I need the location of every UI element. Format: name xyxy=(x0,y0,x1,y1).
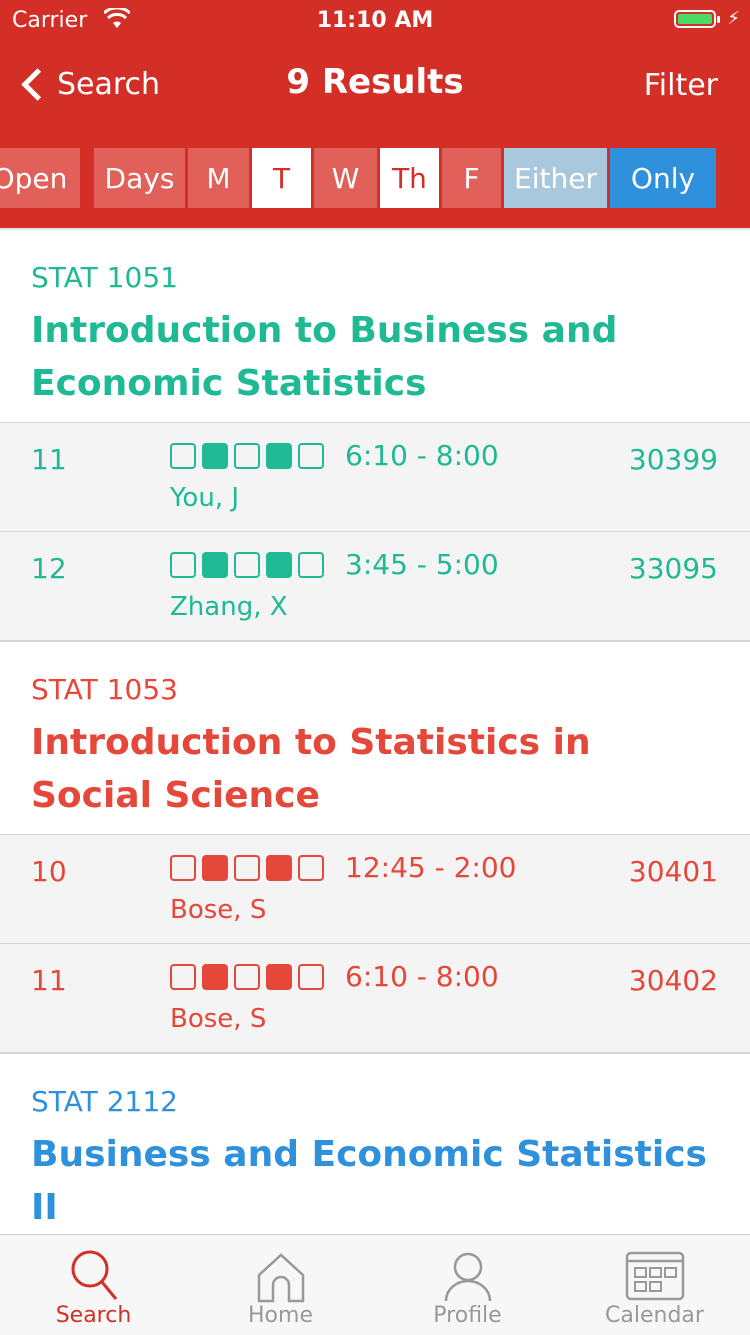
course-title: Introduction to Statistics in Social Sci… xyxy=(31,722,591,816)
filter-either[interactable]: Either xyxy=(504,148,607,208)
filter-day-friday[interactable]: F xyxy=(442,148,501,208)
tab-search-label: Search xyxy=(55,1303,132,1328)
day-box-filled xyxy=(266,443,292,469)
results-list: STAT 1051 Introduction to Business and Ec… xyxy=(0,230,750,1234)
day-box-empty xyxy=(234,855,260,881)
tab-search[interactable]: Search xyxy=(0,1235,187,1335)
tab-profile-label: Profile xyxy=(433,1303,502,1328)
day-box-empty xyxy=(170,964,196,990)
day-box-empty xyxy=(170,855,196,881)
instructor-name: Bose, S xyxy=(170,895,267,925)
page-title: 9 Results xyxy=(286,62,464,102)
section-row[interactable]: 11 6:10 - 8:00 Bose, S 30402 xyxy=(0,943,750,1052)
meeting-days-indicator xyxy=(170,855,324,881)
course-code: STAT 2112 xyxy=(31,1085,178,1118)
filter-day-wednesday[interactable]: W xyxy=(314,148,377,208)
profile-icon xyxy=(438,1245,498,1305)
day-box-empty xyxy=(234,443,260,469)
search-icon xyxy=(64,1245,124,1305)
day-box-empty xyxy=(234,964,260,990)
tab-profile[interactable]: Profile xyxy=(374,1235,561,1335)
course-card: STAT 1053 Introduction to Statistics in S… xyxy=(0,642,750,1054)
filter-day-tuesday[interactable]: T xyxy=(252,148,311,208)
course-header[interactable]: STAT 1051 Introduction to Business and Ec… xyxy=(0,230,750,422)
day-box-empty xyxy=(298,552,324,578)
meeting-days-indicator xyxy=(170,964,324,990)
day-box-filled xyxy=(202,552,228,578)
clock: 11:10 AM xyxy=(316,8,434,33)
section-time: 3:45 - 5:00 xyxy=(345,548,499,581)
course-header[interactable]: STAT 1053 Introduction to Statistics in S… xyxy=(0,642,750,834)
instructor-name: Bose, S xyxy=(170,1004,267,1034)
course-code: STAT 1053 xyxy=(31,673,178,706)
meeting-days-indicator xyxy=(170,443,324,469)
day-box-empty xyxy=(298,443,324,469)
section-time: 6:10 - 8:00 xyxy=(345,439,499,472)
section-number: 11 xyxy=(31,443,67,476)
crn-number: 33095 xyxy=(628,552,718,585)
day-box-empty xyxy=(298,964,324,990)
filter-day-monday[interactable]: M xyxy=(188,148,249,208)
filter-button[interactable]: Filter xyxy=(644,68,718,103)
day-box-empty xyxy=(170,552,196,578)
day-box-empty xyxy=(234,552,260,578)
crn-number: 30402 xyxy=(628,964,718,997)
course-card: STAT 1051 Introduction to Business and Ec… xyxy=(0,230,750,642)
filter-open[interactable]: Open xyxy=(0,148,80,208)
instructor-name: You, J xyxy=(170,483,240,513)
section-number: 10 xyxy=(31,855,67,888)
crn-number: 30401 xyxy=(628,855,718,888)
section-row[interactable]: 10 12:45 - 2:00 Bose, S 30401 xyxy=(0,834,750,943)
instructor-name: Zhang, X xyxy=(170,592,288,622)
section-row[interactable]: 12 3:45 - 5:00 Zhang, X 33095 xyxy=(0,531,750,640)
day-box-filled xyxy=(202,443,228,469)
status-bar: Carrier 11:10 AM ⚡ xyxy=(0,0,750,40)
battery-icon xyxy=(674,10,716,28)
filter-only[interactable]: Only xyxy=(610,148,716,208)
course-title: Business and Economic Statistics II xyxy=(31,1134,707,1228)
day-filter-bar: Open Days M T W Th F Either Only xyxy=(0,127,750,230)
tab-home[interactable]: Home xyxy=(187,1235,374,1335)
tab-calendar-label: Calendar xyxy=(605,1303,704,1328)
section-number: 12 xyxy=(31,552,67,585)
battery-tip xyxy=(717,16,720,23)
section-time: 12:45 - 2:00 xyxy=(345,851,517,884)
tab-calendar[interactable]: Calendar xyxy=(561,1235,748,1335)
calendar-icon xyxy=(625,1245,685,1305)
course-header[interactable]: STAT 2112 Business and Economic Statistic… xyxy=(0,1054,750,1234)
charging-icon: ⚡ xyxy=(727,8,740,29)
day-box-empty xyxy=(298,855,324,881)
course-title: Introduction to Business and Economic St… xyxy=(31,310,618,404)
tab-home-label: Home xyxy=(248,1303,313,1328)
day-box-filled xyxy=(266,964,292,990)
filter-days[interactable]: Days xyxy=(94,148,185,208)
tab-bar: Search Home Profile Calendar xyxy=(0,1234,750,1335)
section-number: 11 xyxy=(31,964,67,997)
course-card: STAT 2112 Business and Economic Statistic… xyxy=(0,1054,750,1234)
course-code: STAT 1051 xyxy=(31,261,178,294)
navigation-bar: Carrier 11:10 AM ⚡ Search 9 Results Filt… xyxy=(0,0,750,127)
day-box-filled xyxy=(266,552,292,578)
day-box-filled xyxy=(202,855,228,881)
meeting-days-indicator xyxy=(170,552,324,578)
section-row[interactable]: 11 6:10 - 8:00 You, J 30399 xyxy=(0,422,750,531)
crn-number: 30399 xyxy=(628,443,718,476)
home-icon xyxy=(251,1245,311,1305)
day-box-empty xyxy=(170,443,196,469)
filter-day-thursday[interactable]: Th xyxy=(380,148,439,208)
section-time: 6:10 - 8:00 xyxy=(345,960,499,993)
day-box-filled xyxy=(202,964,228,990)
day-box-filled xyxy=(266,855,292,881)
